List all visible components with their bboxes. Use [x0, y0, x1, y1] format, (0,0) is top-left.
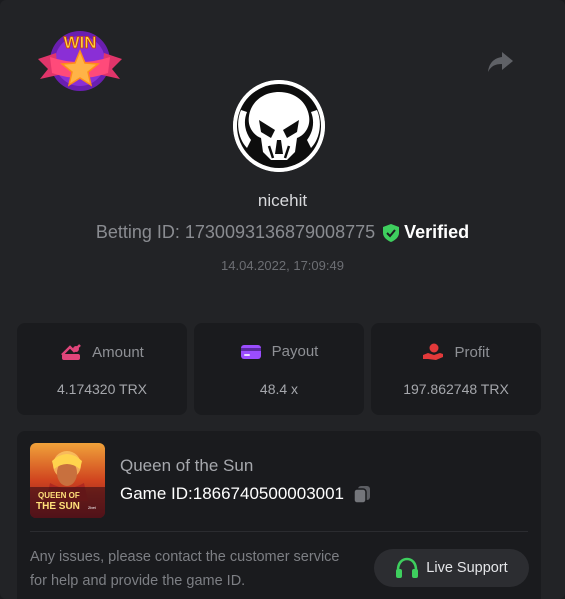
game-id-row: Game ID:1866740500003001 [120, 484, 372, 504]
live-support-button[interactable]: Live Support [374, 549, 529, 587]
win-badge-text: WIN [63, 33, 96, 52]
win-badge: WIN [36, 27, 124, 93]
verified-label: Verified [404, 222, 470, 242]
username: nicehit [257, 191, 308, 210]
verified-badge: Verified [383, 222, 469, 243]
game-thumb-text-2: THE SUN [36, 501, 80, 512]
stat-card-profit: Profit 197.862748 TRX [371, 323, 541, 415]
stat-label-payout: Payout [271, 343, 319, 360]
game-thumb-text-3: 2bet [88, 505, 97, 510]
betting-id-row: Betting ID: 1730093136879008775 Verified [0, 222, 565, 243]
shield-check-icon [383, 223, 400, 242]
game-title: Queen of the Sun [120, 456, 254, 475]
game-card: QUEEN OF THE SUN 2bet Queen of the Sun G… [17, 431, 541, 599]
stat-card-amount: Amount 4.174320 TRX [17, 323, 187, 415]
stat-value-payout: 48.4 x [259, 381, 299, 397]
live-support-label: Live Support [426, 560, 508, 576]
payout-icon [240, 344, 261, 359]
betting-id: Betting ID: 1730093136879008775 [95, 222, 376, 242]
stat-card-payout: Payout 48.4 x [194, 323, 364, 415]
share-button[interactable] [486, 50, 514, 74]
divider [30, 531, 528, 532]
avatar [233, 80, 325, 172]
support-message: Any issues, please contact the customer … [30, 549, 340, 589]
share-icon [488, 52, 513, 72]
bet-timestamp: 14.04.2022, 17:09:49 [221, 258, 344, 273]
game-id: Game ID:1866740500003001 [120, 484, 345, 503]
copy-icon[interactable] [352, 484, 372, 504]
stat-label-profit: Profit [454, 343, 490, 361]
stat-value-amount: 4.174320 TRX [56, 381, 148, 397]
amount-icon [61, 344, 82, 360]
profit-icon [423, 343, 444, 360]
bet-details-panel: WIN nicehit Betting ID: 1730093136879008… [0, 0, 565, 599]
stat-label-amount: Amount [92, 343, 144, 361]
stat-value-profit: 197.862748 TRX [403, 381, 509, 397]
game-thumb-text-1: QUEEN OF [38, 491, 80, 500]
headset-icon [396, 557, 419, 578]
game-thumbnail[interactable]: QUEEN OF THE SUN 2bet [30, 443, 105, 518]
